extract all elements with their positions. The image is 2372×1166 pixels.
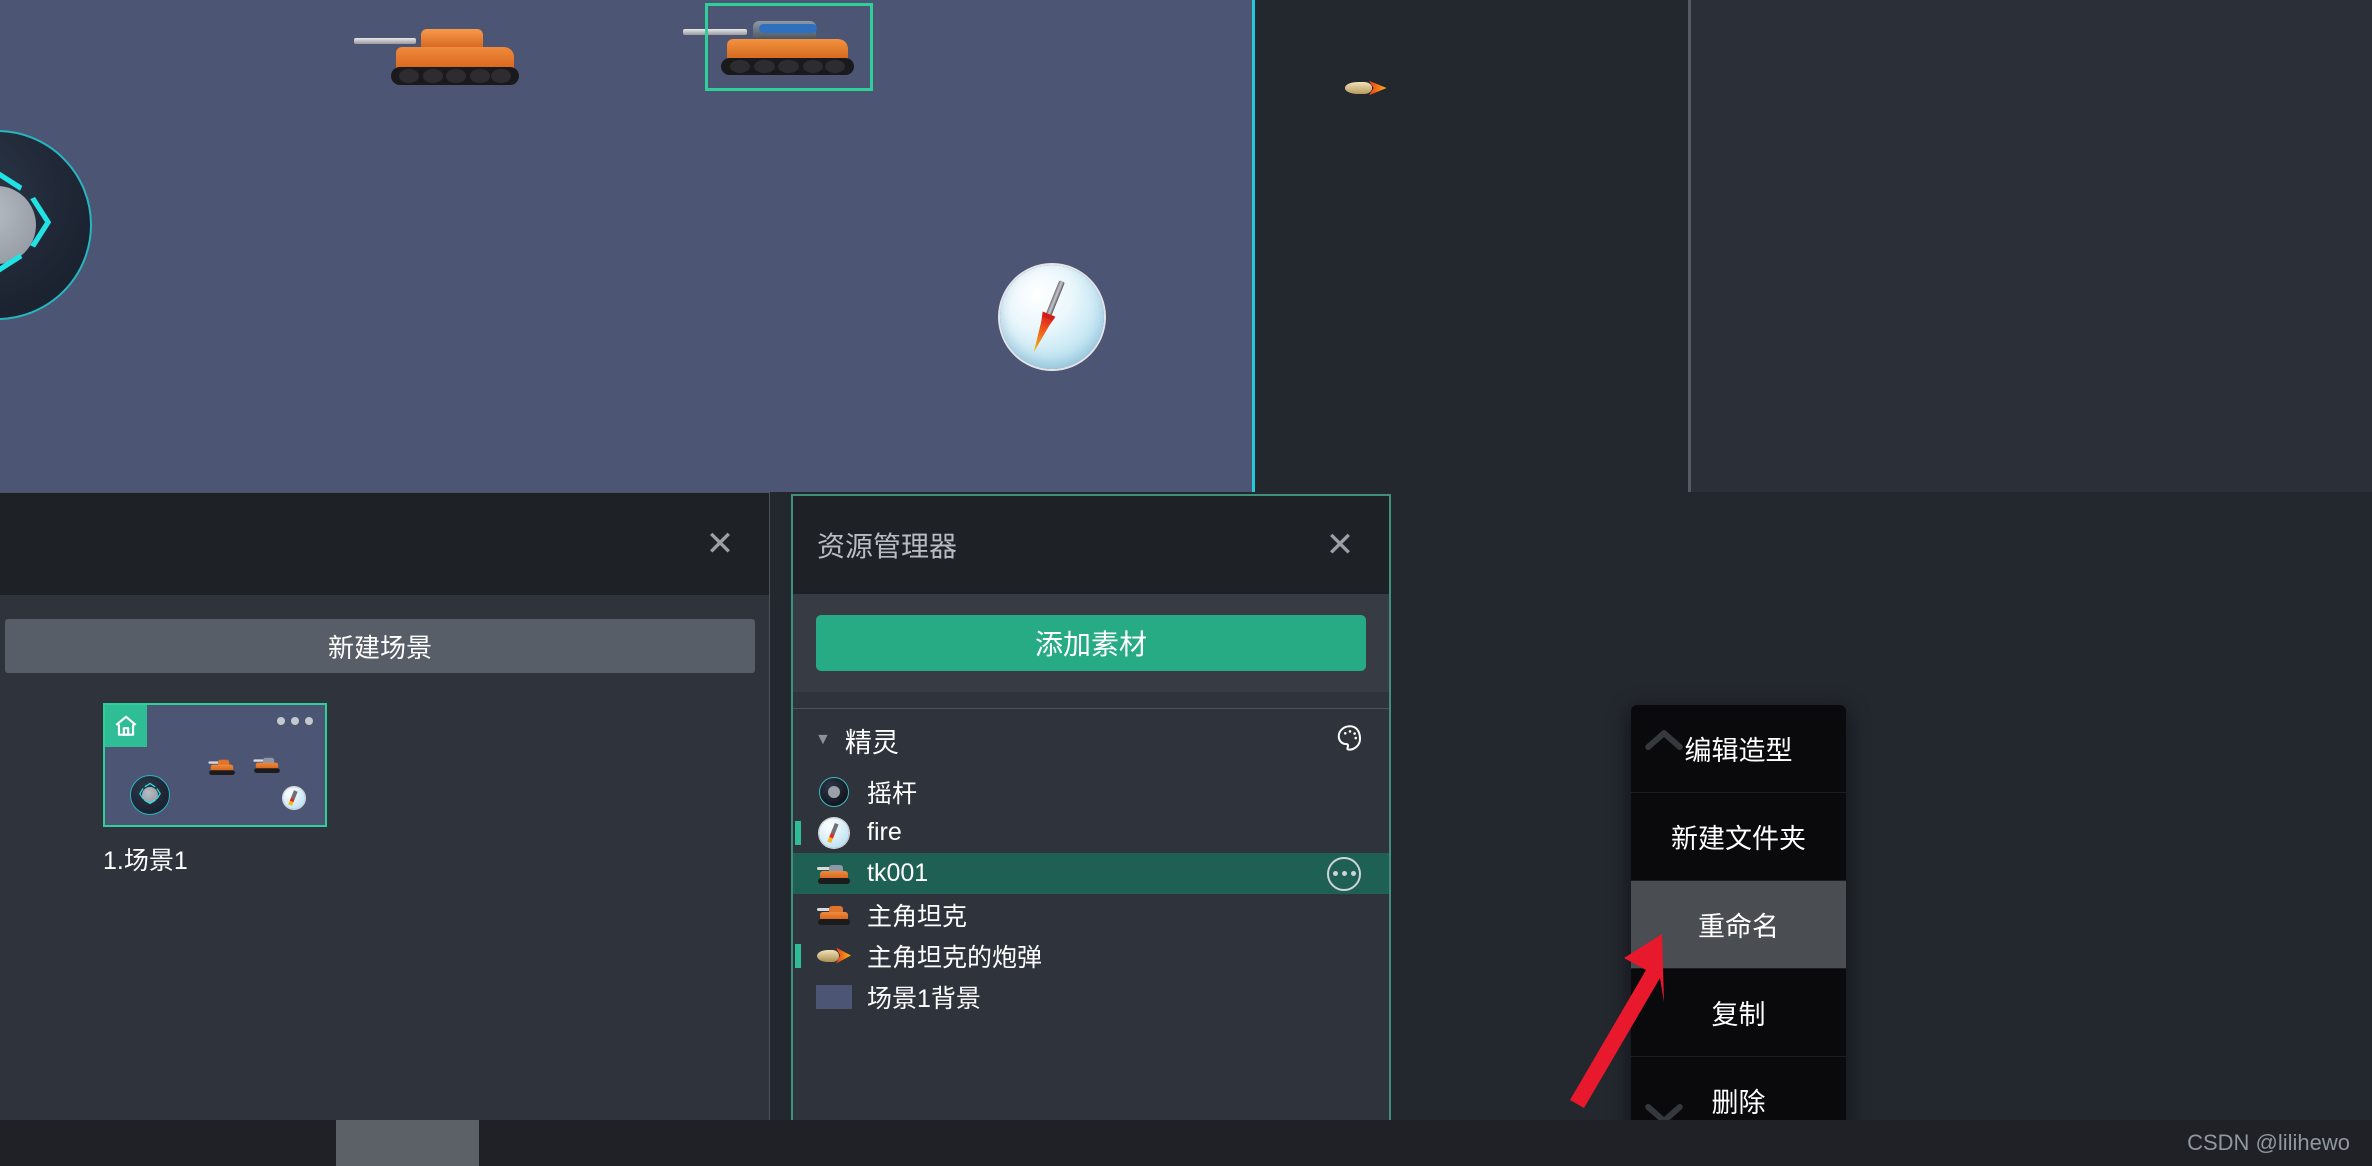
context-menu-item-label: 复制: [1711, 1000, 1766, 1030]
thumb-sprite-fire: [283, 787, 305, 809]
editor-empty-area: [1691, 0, 2372, 492]
list-item-joystick[interactable]: 摇杆: [793, 771, 1389, 812]
context-menu-item-rename[interactable]: 重命名: [1631, 881, 1846, 969]
game-canvas[interactable]: ︿ ﹀ 〈 〉: [0, 0, 1252, 492]
scene-panel-header: ✕: [0, 493, 769, 595]
bottom-taskbar: CSDN @lilihewo: [0, 1120, 2372, 1166]
scene-panel: ✕ 新建场景 ︿ ﹀ 〈 〉 1.场景1: [0, 492, 770, 1126]
context-menu: 编辑造型 新建文件夹 重命名 复制 删除: [1631, 705, 1846, 1149]
thumb-sprite-tank-orange: [208, 759, 235, 775]
resource-panel-header: 资源管理器 ✕: [793, 496, 1389, 594]
row-marker: [795, 943, 801, 968]
list-item-label: 主角坦克的炮弹: [867, 943, 1043, 972]
canvas-sprite-joystick[interactable]: ︿ ﹀ 〈 〉: [0, 130, 92, 320]
scene-label-1: 1.场景1: [103, 847, 188, 875]
stage-offscreen-area: [1255, 0, 1688, 492]
scene-list: ︿ ﹀ 〈〉 1.场景1: [103, 703, 769, 877]
sprite-section-title: 精灵: [844, 727, 899, 758]
rocket-icon: [1027, 279, 1069, 356]
shell-icon: [815, 939, 853, 973]
row-marker: [795, 820, 801, 845]
add-asset-button[interactable]: 添加素材: [816, 615, 1366, 671]
tank-barrel: [354, 37, 416, 44]
resource-panel-close-icon[interactable]: ✕: [1321, 526, 1359, 564]
canvas-selection-box[interactable]: [705, 3, 873, 91]
resource-panel-title: 资源管理器: [817, 531, 958, 562]
canvas-sprite-bullet[interactable]: [1345, 78, 1387, 98]
sprite-list: 摇杆 fire tk001 主角坦克 主角坦克的炮弹 场景1背景: [793, 771, 1389, 1017]
chevron-up-icon[interactable]: [1631, 705, 1697, 775]
scene-thumbnail-more-icon[interactable]: [277, 717, 313, 725]
taskbar-scroll-thumb[interactable]: [336, 1120, 479, 1166]
new-scene-button[interactable]: 新建场景: [5, 619, 755, 673]
background-icon: [815, 980, 853, 1014]
context-menu-item-new-folder[interactable]: 新建文件夹: [1631, 793, 1846, 881]
context-menu-item-label: 重命名: [1698, 912, 1779, 942]
joystick-icon: [815, 775, 853, 809]
tank-orange-body: [354, 18, 525, 88]
bullet-shell: [1345, 82, 1373, 94]
context-menu-item-label: 新建文件夹: [1671, 824, 1806, 854]
game-stage-area: ︿ ﹀ 〈 〉: [0, 0, 2372, 492]
thumb-sprite-joystick: ︿ ﹀ 〈〉: [130, 775, 170, 815]
list-item-main-tank-shell[interactable]: 主角坦克的炮弹: [793, 935, 1389, 976]
list-item-label: fire: [867, 818, 902, 846]
list-item-tk001[interactable]: tk001: [793, 853, 1389, 894]
canvas-sprite-tank-orange[interactable]: [354, 18, 525, 88]
list-item-label: 摇杆: [867, 779, 918, 808]
context-menu-item-label: 编辑造型: [1684, 736, 1793, 766]
scene-thumbnail-1[interactable]: ︿ ﹀ 〈〉: [103, 703, 327, 827]
watermark-text: CSDN @lilihewo: [2187, 1130, 2350, 1155]
resource-add-bar: 添加素材: [793, 594, 1389, 692]
joystick-up-arrow-icon: ︿: [0, 143, 23, 195]
context-menu-item-duplicate[interactable]: 复制: [1631, 969, 1846, 1057]
list-item-main-tank[interactable]: 主角坦克: [793, 894, 1389, 935]
chevron-down-icon[interactable]: ▼: [815, 731, 831, 749]
tank-icon: [815, 898, 853, 932]
thumb-sprite-tk001: [253, 757, 280, 773]
list-item-label: tk001: [867, 859, 929, 887]
canvas-sprite-fire-button[interactable]: [1000, 265, 1104, 369]
tank-wheels: [399, 69, 511, 84]
list-item-scene-background[interactable]: 场景1背景: [793, 976, 1389, 1017]
sprite-section-header[interactable]: ▼ 精灵: [793, 709, 1389, 771]
home-icon: [105, 705, 147, 747]
fire-icon: [815, 816, 853, 850]
scene-panel-body: 新建场景 ︿ ﹀ 〈 〉 1.场景1: [0, 595, 769, 877]
list-item-fire[interactable]: fire: [793, 812, 1389, 853]
joystick-right-arrow-icon: 〉: [28, 196, 81, 254]
scene-panel-close-icon[interactable]: ✕: [701, 525, 739, 563]
more-dots-icon[interactable]: [1327, 856, 1361, 891]
tank-icon: [815, 857, 853, 891]
resource-manager-panel: 资源管理器 ✕ 添加素材 ▼ 精灵 摇杆 fire tk001 主角坦克 主角坦…: [791, 494, 1391, 1142]
list-item-label: 主角坦克: [867, 902, 968, 931]
context-menu-item-label: 删除: [1711, 1088, 1766, 1118]
joystick-down-arrow-icon: ﹀: [0, 255, 23, 307]
palette-icon[interactable]: [1335, 723, 1365, 758]
list-item-label: 场景1背景: [867, 984, 981, 1013]
